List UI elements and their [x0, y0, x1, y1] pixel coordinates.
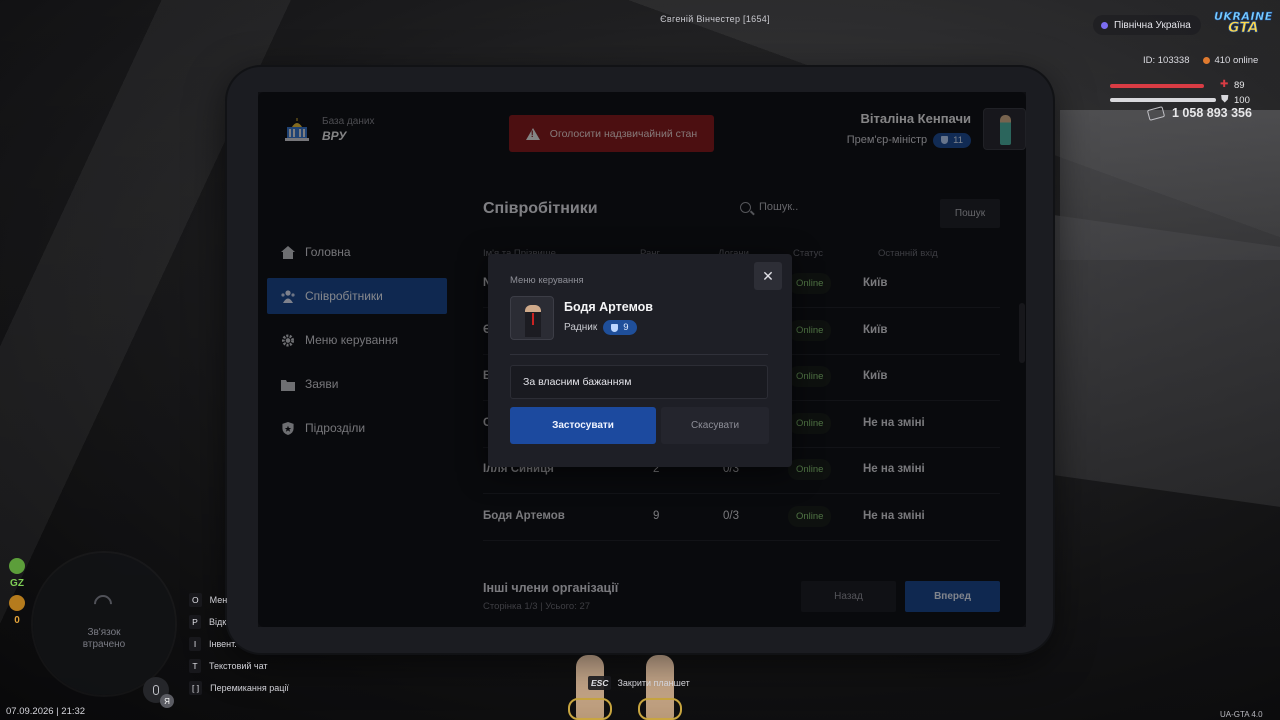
- employee-role-row: Радник 9: [564, 320, 637, 335]
- cancel-button[interactable]: Скасувати: [661, 407, 769, 444]
- keybind-row: O Мен: [189, 589, 289, 611]
- online-icon: [1203, 56, 1211, 64]
- employee-rank-badge: 9: [603, 320, 637, 335]
- money-value: 1 058 893 356: [1172, 106, 1252, 120]
- player-id: ID: 103338: [1143, 55, 1190, 66]
- control-menu-modal: Меню керування ✕ Бодя Артемов Радник 9 З…: [488, 254, 792, 467]
- keybind-row: P Відк: [189, 611, 289, 633]
- close-button[interactable]: ✕: [754, 262, 782, 290]
- employee-avatar: [510, 296, 554, 340]
- no-signal-icon: [90, 591, 116, 617]
- gz-icon: [9, 558, 25, 574]
- version-label: UA-GTA 4.0: [1220, 710, 1263, 719]
- keybind-row: [ ] Перемикання рації: [189, 677, 289, 699]
- keybind-row: I Інвент.: [189, 633, 289, 655]
- employee-rank: 9: [623, 322, 629, 333]
- modal-title: Меню керування: [510, 275, 584, 286]
- keybind-row: T Текстовий чат: [189, 655, 289, 677]
- counter-value: 0: [14, 615, 20, 626]
- gz-label: GZ: [10, 578, 24, 589]
- employee-role: Радник: [564, 322, 598, 333]
- divider: [510, 354, 768, 355]
- health-value: 89: [1234, 80, 1245, 91]
- region-label: Північна Україна: [1114, 19, 1191, 31]
- armor-icon: ⛊: [1221, 94, 1229, 105]
- health-bar: [1110, 84, 1205, 88]
- armor-bar: [1110, 98, 1216, 102]
- health-icon: ✚: [1220, 79, 1229, 90]
- online-count: 410 online: [1203, 55, 1258, 66]
- background-table: [1040, 213, 1280, 507]
- armor-value: 100: [1234, 95, 1250, 106]
- close-tablet-label: Закрити планшет: [617, 678, 690, 688]
- minimap: Зв'язок втрачено: [33, 553, 175, 695]
- reason-input[interactable]: [510, 365, 768, 399]
- apply-button[interactable]: Застосувати: [510, 407, 656, 444]
- region-pill: Північна Україна: [1093, 15, 1201, 35]
- id-row: ID: 103338 410 online: [1143, 55, 1258, 66]
- rank-shield-icon: [611, 323, 619, 332]
- close-tablet-hint: ESC Закрити планшет: [588, 676, 690, 690]
- cross-icon: [9, 595, 25, 611]
- region-icon: [1101, 21, 1108, 29]
- keybind-list: O Мен P Відк I Інвент. T Текстовий чат [ ] Пе…: [189, 589, 289, 699]
- money-display: 1 058 893 356: [1146, 105, 1252, 121]
- player-label: Євгеній Вінчестер [1654]: [660, 14, 770, 24]
- mic-badge: Я: [160, 694, 174, 708]
- microphone-icon: [153, 685, 159, 695]
- employee-name: Бодя Артемов: [564, 300, 653, 314]
- datetime: 07.09.2026 | 21:32: [6, 706, 86, 717]
- connection-lost-text: Зв'язок втрачено: [82, 627, 126, 650]
- cash-icon: [1146, 105, 1166, 121]
- esc-key: ESC: [588, 676, 612, 690]
- game-logo: UKRAINE GTA: [1214, 10, 1273, 40]
- close-icon: ✕: [762, 267, 774, 284]
